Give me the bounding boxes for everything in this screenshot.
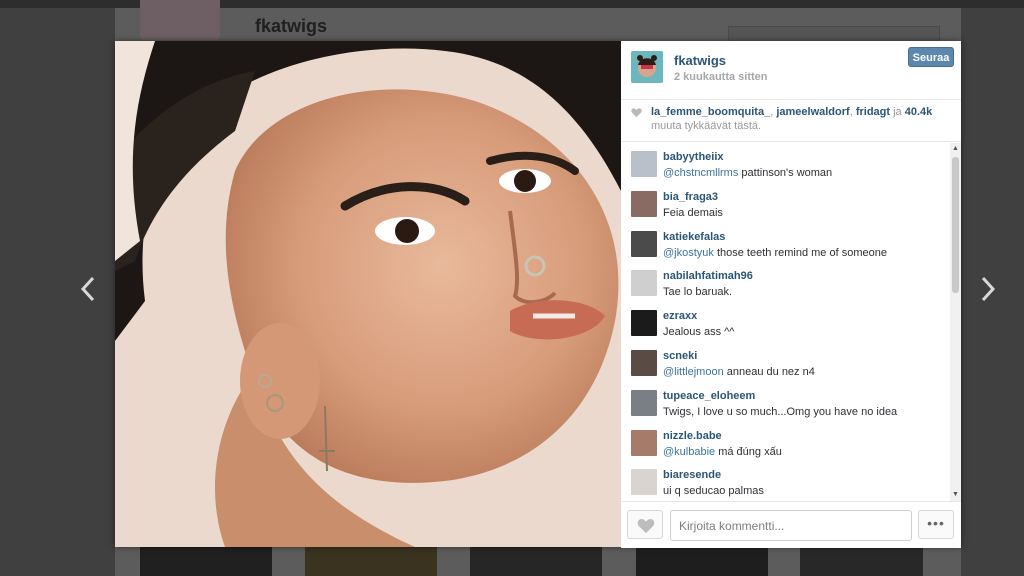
post-sidebar: fkatwigs 2 kuukautta sitten Seuraa la_fe… xyxy=(621,41,961,548)
like-user[interactable]: la_femme_boomquita_ xyxy=(651,106,770,118)
profile-username: fkatwigs xyxy=(255,16,328,36)
comment-item: bia_fraga3 Feia demais xyxy=(631,191,947,227)
avatar-image xyxy=(631,51,663,83)
comment-text: Feia demais xyxy=(663,207,723,219)
comment-username[interactable]: katiekefalas xyxy=(663,231,725,243)
chevron-right-icon xyxy=(981,276,996,302)
user-avatar[interactable] xyxy=(631,51,663,83)
likes-text: la_femme_boomquita_, jameelwaldorf, frid… xyxy=(651,106,933,132)
commenter-avatar[interactable] xyxy=(631,350,657,376)
portrait-image xyxy=(115,41,621,547)
comment-username[interactable]: tupeace_eloheem xyxy=(663,390,755,402)
likes-summary: la_femme_boomquita_, jameelwaldorf, frid… xyxy=(621,99,961,142)
comment-item: babyytheiix @chstncmllrms pattinson's wo… xyxy=(631,151,947,187)
commenter-avatar[interactable] xyxy=(631,191,657,217)
like-user[interactable]: fridagt xyxy=(856,106,890,118)
commenter-avatar[interactable] xyxy=(631,270,657,296)
comment-item: ezraxx Jealous ass ^^ xyxy=(631,310,947,346)
comment-text: ui q seducao palmas xyxy=(663,485,764,497)
comment-mention[interactable]: @kulbabie xyxy=(663,446,715,458)
comment-username[interactable]: babyytheiix xyxy=(663,151,724,163)
ellipsis-icon: ••• xyxy=(927,515,945,531)
comment-username[interactable]: bia_fraga3 xyxy=(663,191,718,203)
post-timestamp[interactable]: 2 kuukautta sitten xyxy=(674,71,768,83)
comment-item: nabilahfatimah96 Tae lo baruak. xyxy=(631,270,947,306)
comment-text: @chstncmllrms pattinson's woman xyxy=(663,167,833,179)
comment-item: nizzle.babe @kulbabie má đúng xấu xyxy=(631,430,947,466)
commenter-avatar[interactable] xyxy=(631,151,657,177)
comment-item: katiekefalas @jkostyuk those teeth remin… xyxy=(631,231,947,267)
comment-item: biaresende ui q seducao palmas xyxy=(631,469,947,501)
comment-footer: ••• xyxy=(621,501,961,548)
comment-mention[interactable]: @chstncmllrms xyxy=(663,167,738,179)
previous-button[interactable] xyxy=(76,276,100,306)
commenter-avatar[interactable] xyxy=(631,430,657,456)
next-button[interactable] xyxy=(976,276,1000,306)
heart-icon xyxy=(637,519,655,533)
comment-username[interactable]: nabilahfatimah96 xyxy=(663,270,753,282)
commenter-avatar[interactable] xyxy=(631,231,657,257)
comment-username[interactable]: biaresende xyxy=(663,469,721,481)
comment-item: scneki @littlejmoon anneau du nez n4 xyxy=(631,350,947,386)
post-username[interactable]: fkatwigs xyxy=(674,53,726,68)
more-options-button[interactable]: ••• xyxy=(918,510,954,539)
scroll-down-arrow-icon[interactable]: ▼ xyxy=(951,491,960,499)
comment-username[interactable]: scneki xyxy=(663,350,697,362)
comment-username[interactable]: nizzle.babe xyxy=(663,430,722,442)
comment-text: @littlejmoon anneau du nez n4 xyxy=(663,366,815,378)
scroll-up-arrow-icon[interactable]: ▲ xyxy=(951,145,960,153)
commenter-avatar[interactable] xyxy=(631,390,657,416)
comment-mention[interactable]: @jkostyuk xyxy=(663,247,714,259)
profile-stats xyxy=(728,26,940,42)
likes-count[interactable]: 40.4k xyxy=(905,106,933,118)
heart-icon xyxy=(631,108,642,118)
scrollbar-thumb[interactable] xyxy=(952,157,959,293)
comment-text: Jealous ass ^^ xyxy=(663,326,735,338)
comment-text: Tae lo baruak. xyxy=(663,286,733,298)
chevron-left-icon xyxy=(80,276,95,302)
like-button[interactable] xyxy=(627,510,663,539)
comment-item: tupeace_eloheem Twigs, I love u so much.… xyxy=(631,390,947,426)
comment-text: @jkostyuk those teeth remind me of someo… xyxy=(663,247,887,259)
comments-scrollbar[interactable]: ▲ ▼ xyxy=(950,143,961,501)
profile-avatar xyxy=(140,0,220,40)
comment-text: Twigs, I love u so much...Omg you have n… xyxy=(663,406,898,418)
follow-button[interactable]: Seuraa xyxy=(908,47,954,67)
comment-text: @kulbabie má đúng xấu xyxy=(663,446,782,458)
commenter-avatar[interactable] xyxy=(631,310,657,336)
grid-thumbnail[interactable] xyxy=(470,546,602,576)
comment-username[interactable]: ezraxx xyxy=(663,310,697,322)
grid-thumbnail[interactable] xyxy=(140,546,272,576)
comment-mention[interactable]: @littlejmoon xyxy=(663,366,724,378)
comment-input[interactable] xyxy=(670,510,912,541)
likes-connector: ja xyxy=(893,106,902,118)
post-photo[interactable] xyxy=(115,41,621,547)
grid-thumbnail[interactable] xyxy=(305,546,437,576)
comments-list[interactable]: babyytheiix @chstncmllrms pattinson's wo… xyxy=(621,143,949,501)
grid-thumbnail[interactable] xyxy=(636,546,768,576)
post-header: fkatwigs 2 kuukautta sitten Seuraa xyxy=(621,41,961,100)
photo-modal: fkatwigs 2 kuukautta sitten Seuraa la_fe… xyxy=(115,41,961,548)
commenter-avatar[interactable] xyxy=(631,469,657,495)
likes-suffix: muuta tykkäävät tästä. xyxy=(651,120,762,132)
like-user[interactable]: jameelwaldorf xyxy=(776,106,849,118)
grid-thumbnail[interactable] xyxy=(800,546,923,576)
